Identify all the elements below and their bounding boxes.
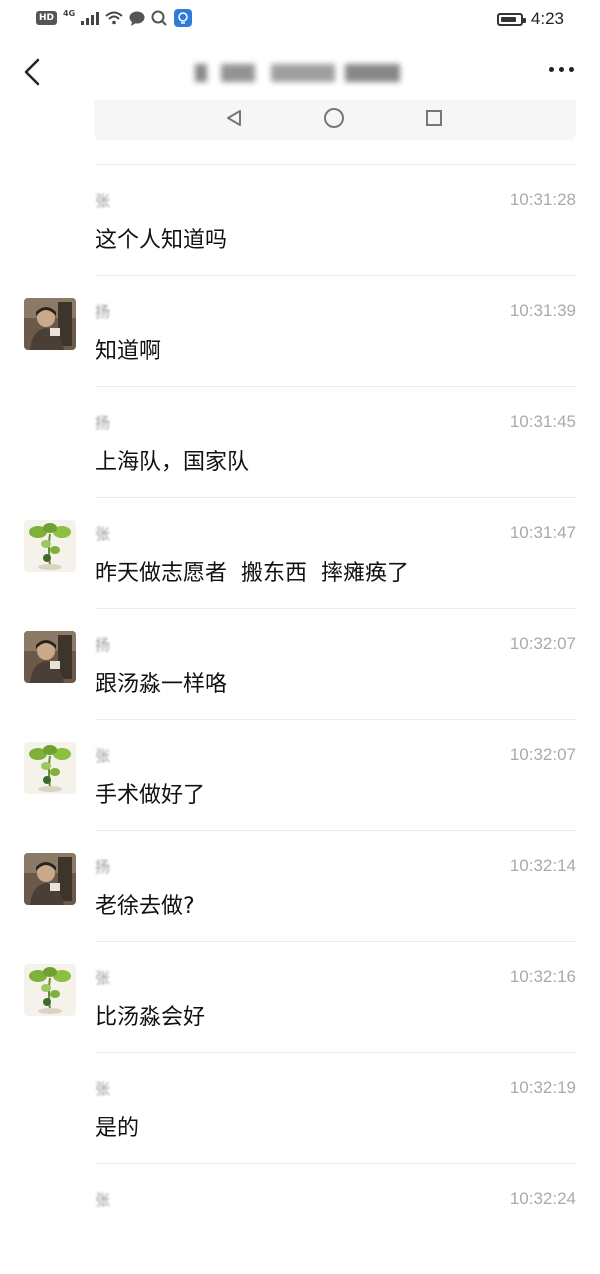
message-divider xyxy=(95,275,576,276)
avatar[interactable] xyxy=(24,742,76,794)
sender-name: 张 xyxy=(95,192,111,210)
message-text: 比汤淼会好 xyxy=(95,1005,206,1030)
message-text: 手术做好了 xyxy=(95,783,206,808)
message-divider xyxy=(95,164,576,165)
message-text: 知道啊 xyxy=(95,339,162,364)
hd-badge: HD xyxy=(36,11,58,25)
network-type: 4G xyxy=(63,8,76,18)
message-time: 10:31:39 xyxy=(509,301,576,320)
message-time: 10:32:14 xyxy=(509,856,576,875)
message-time: 10:32:07 xyxy=(509,634,576,653)
message-divider xyxy=(95,830,576,831)
message-divider xyxy=(95,941,576,942)
search-chat-icon xyxy=(151,10,168,26)
avatar[interactable] xyxy=(24,853,76,905)
battery-icon xyxy=(496,12,526,26)
more-horizontal-icon xyxy=(549,67,554,72)
message-item[interactable]: 张 10:31:47 昨天做志愿者 搬东西 摔瘫痪了 xyxy=(0,497,600,608)
wifi-icon xyxy=(105,11,123,25)
message-text: 老徐去做? xyxy=(95,894,195,919)
sender-name: 张 xyxy=(95,1080,111,1098)
square-recents-icon xyxy=(426,110,442,126)
message-item[interactable]: 扬 10:32:14 老徐去做? xyxy=(0,830,600,941)
message-divider xyxy=(95,1163,576,1164)
message-time: 10:32:07 xyxy=(509,745,576,764)
avatar[interactable] xyxy=(24,520,76,572)
message-time: 10:32:19 xyxy=(509,1078,576,1097)
message-text: 上海队，国家队 xyxy=(95,450,250,475)
circle-home-icon xyxy=(324,108,344,128)
sender-name: 扬 xyxy=(95,858,111,876)
message-text: 这个人知道吗 xyxy=(95,228,228,253)
message-time: 10:31:45 xyxy=(509,412,576,431)
message-item[interactable]: 张 10:31:28 这个人知道吗 xyxy=(0,164,600,275)
avatar[interactable] xyxy=(24,964,76,1016)
message-time: 10:31:47 xyxy=(509,523,576,542)
message-divider xyxy=(95,386,576,387)
triangle-back-icon xyxy=(227,110,241,126)
sender-name: 张 xyxy=(95,747,111,765)
message-item[interactable]: 张 10:32:19 是的 xyxy=(0,1052,600,1163)
status-bar: HD 4G 4:23 xyxy=(0,0,600,40)
message-item[interactable]: 张 10:32:16 比汤淼会好 xyxy=(0,941,600,1052)
more-button[interactable] xyxy=(549,67,574,72)
avatar[interactable] xyxy=(24,298,76,350)
message-item[interactable]: 扬 10:32:07 跟汤淼一样咯 xyxy=(0,608,600,719)
message-divider xyxy=(95,608,576,609)
sender-name: 扬 xyxy=(95,303,111,321)
message-item[interactable]: 张 10:32:24 xyxy=(0,1163,600,1274)
sender-name: 张 xyxy=(95,969,111,987)
chat-title xyxy=(195,58,405,88)
message-text: 昨天做志愿者 搬东西 摔瘫痪了 xyxy=(95,561,409,586)
chevron-left-icon xyxy=(24,58,40,86)
chat-title-redacted xyxy=(195,64,405,82)
message-divider xyxy=(95,1052,576,1053)
message-icon xyxy=(129,11,145,26)
sender-name: 扬 xyxy=(95,414,111,432)
message-text: 是的 xyxy=(95,1116,140,1141)
message-text: 跟汤淼一样咯 xyxy=(95,672,228,697)
embedded-screenshot-fragment xyxy=(94,100,576,140)
back-button[interactable] xyxy=(14,54,50,90)
message-item[interactable]: 扬 10:31:45 上海队，国家队 xyxy=(0,386,600,497)
sender-name: 张 xyxy=(95,1191,111,1209)
lightbulb-icon xyxy=(174,9,193,27)
message-time: 10:31:28 xyxy=(509,190,576,209)
message-divider xyxy=(95,497,576,498)
message-item[interactable]: 扬 10:31:39 知道啊 xyxy=(0,275,600,386)
avatar[interactable] xyxy=(24,631,76,683)
sender-name: 扬 xyxy=(95,636,111,654)
signal-icon xyxy=(81,11,100,25)
message-item[interactable]: 张 10:32:07 手术做好了 xyxy=(0,719,600,830)
clock: 4:23 xyxy=(530,9,564,28)
sender-name: 张 xyxy=(95,525,111,543)
message-time: 10:32:16 xyxy=(509,967,576,986)
message-time: 10:32:24 xyxy=(509,1189,576,1208)
message-divider xyxy=(95,719,576,720)
chat-header xyxy=(0,40,600,106)
